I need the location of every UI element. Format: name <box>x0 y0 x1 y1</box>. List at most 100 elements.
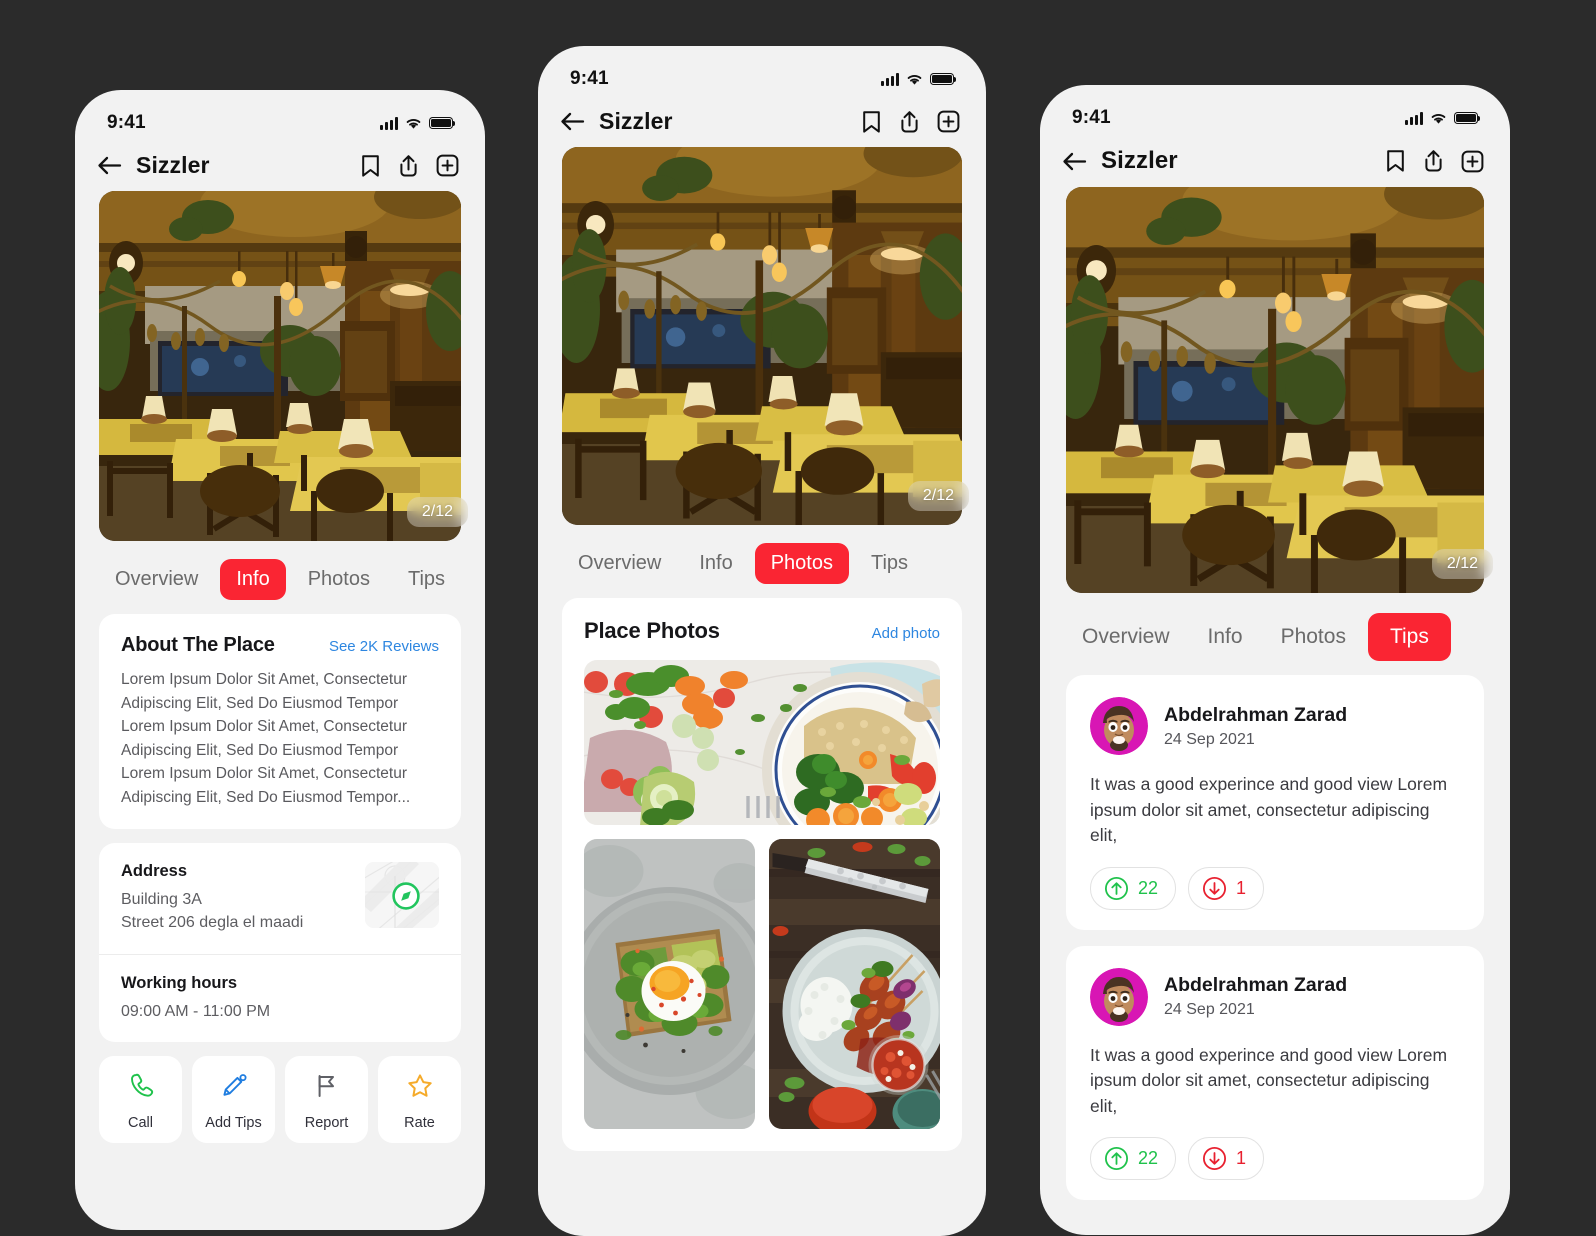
battery-icon <box>429 116 456 130</box>
upvote-count: 22 <box>1138 1148 1159 1169</box>
tab-tips[interactable]: Tips <box>1367 613 1451 661</box>
flag-icon <box>318 1075 334 1098</box>
tab-bar: Overview Info Photos Tips <box>75 541 485 614</box>
add-tips-label: Add Tips <box>205 1115 262 1132</box>
plus-square-icon[interactable] <box>436 154 459 177</box>
arrow-left-icon[interactable] <box>97 155 122 176</box>
navigation-bar: Sizzler <box>1040 133 1510 187</box>
arrow-down-circle-icon <box>1203 876 1227 900</box>
hero-photo-carousel[interactable]: 2/12 <box>1040 187 1510 593</box>
restaurant-interior-photo[interactable] <box>1066 187 1484 593</box>
upvote-button[interactable]: 22 <box>1090 1137 1177 1181</box>
tab-overview[interactable]: Overview <box>99 559 214 600</box>
wifi-icon <box>907 74 922 85</box>
status-time: 9:41 <box>107 112 146 133</box>
page-title: Sizzler <box>599 108 673 134</box>
call-button[interactable]: Call <box>99 1056 182 1144</box>
phone-screen-photos: 9:41 Sizzler 2/12 Overview Info Photos T… <box>538 46 986 1236</box>
bookmark-icon[interactable] <box>1385 149 1406 173</box>
address-section: Address Building 3A Street 206 degla el … <box>99 843 461 953</box>
arrow-left-icon[interactable] <box>560 111 585 132</box>
share-icon[interactable] <box>398 154 419 178</box>
tab-photos[interactable]: Photos <box>754 543 849 584</box>
status-bar: 9:41 <box>75 90 485 138</box>
address-line-2: Street 206 degla el maadi <box>121 914 304 931</box>
quick-actions-row: Call Add Tips Report Rate <box>75 1056 485 1161</box>
signal-icon <box>1405 111 1423 125</box>
tab-photos[interactable]: Photos <box>1265 616 1362 658</box>
share-icon[interactable] <box>1423 149 1444 173</box>
about-card: About The Place See 2K Reviews Lorem Ips… <box>99 614 461 830</box>
see-reviews-link[interactable]: See 2K Reviews <box>329 638 439 655</box>
signal-icon <box>380 116 398 130</box>
rate-label: Rate <box>404 1115 435 1132</box>
add-tips-button[interactable]: Add Tips <box>192 1056 275 1144</box>
place-photos-title: Place Photos <box>584 618 720 643</box>
plus-square-icon[interactable] <box>1461 150 1484 173</box>
status-bar: 9:41 <box>538 46 986 94</box>
tip-date: 24 Sep 2021 <box>1164 730 1255 748</box>
map-thumbnail[interactable] <box>365 862 439 929</box>
photo-counter-badge: 2/12 <box>907 481 969 511</box>
tab-tips[interactable]: Tips <box>392 559 461 600</box>
tip-body-text: It was a good experince and good view Lo… <box>1090 774 1448 846</box>
photo-item-vegetable-bowl[interactable] <box>584 660 940 825</box>
downvote-count: 1 <box>1236 877 1247 898</box>
photo-item-avocado-toast[interactable] <box>584 839 755 1129</box>
arrow-left-icon[interactable] <box>1062 151 1087 172</box>
tip-author-name: Abdelrahman Zarad <box>1164 703 1348 726</box>
working-hours-value: 09:00 AM - 11:00 PM <box>121 1002 271 1020</box>
battery-icon <box>930 72 957 86</box>
tip-date: 24 Sep 2021 <box>1164 1001 1255 1019</box>
hero-photo-carousel[interactable]: 2/12 <box>538 147 986 525</box>
page-title: Sizzler <box>136 152 210 178</box>
report-button[interactable]: Report <box>285 1056 368 1144</box>
status-time: 9:41 <box>1072 107 1111 128</box>
tab-overview[interactable]: Overview <box>562 543 677 584</box>
upvote-count: 22 <box>1138 877 1159 898</box>
photo-item-skewers-rice[interactable] <box>769 839 940 1129</box>
bookmark-icon[interactable] <box>360 154 381 178</box>
tip-card: Abdelrahman Zarad 24 Sep 2021 It was a g… <box>1066 945 1484 1201</box>
restaurant-interior-photo[interactable] <box>562 147 962 525</box>
avatar <box>1090 968 1148 1026</box>
bookmark-icon[interactable] <box>861 110 882 134</box>
tab-info[interactable]: Info <box>220 559 286 600</box>
phone-screen-info: 9:41 Sizzler 2/12 Overview Info Photos T… <box>75 90 485 1230</box>
about-title: About The Place <box>121 634 275 656</box>
place-info-card: Address Building 3A Street 206 degla el … <box>99 843 461 1043</box>
downvote-button[interactable]: 1 <box>1188 1137 1265 1181</box>
avatar <box>1090 697 1148 755</box>
plus-square-icon[interactable] <box>937 110 960 133</box>
working-hours-section: Working hours 09:00 AM - 11:00 PM <box>99 953 461 1043</box>
battery-icon <box>1454 111 1481 125</box>
phone-icon <box>130 1074 153 1098</box>
tab-overview[interactable]: Overview <box>1066 616 1186 658</box>
tab-photos[interactable]: Photos <box>292 559 386 600</box>
upvote-button[interactable]: 22 <box>1090 866 1177 910</box>
call-label: Call <box>128 1115 153 1132</box>
phone-screen-tips: 9:41 Sizzler 2/12 Overview Info Photos T… <box>1040 85 1510 1235</box>
tip-card: Abdelrahman Zarad 24 Sep 2021 It was a g… <box>1066 675 1484 930</box>
status-bar: 9:41 <box>1040 85 1510 133</box>
signal-icon <box>881 72 899 86</box>
restaurant-interior-photo[interactable] <box>99 191 461 541</box>
tab-bar: Overview Info Photos Tips <box>1040 593 1510 675</box>
tip-author-name: Abdelrahman Zarad <box>1164 974 1348 997</box>
compass-icon <box>392 882 420 910</box>
arrow-up-circle-icon <box>1104 876 1129 900</box>
rate-button[interactable]: Rate <box>378 1056 461 1144</box>
share-icon[interactable] <box>899 110 920 134</box>
add-photo-link[interactable]: Add photo <box>872 625 940 642</box>
wifi-icon <box>1431 113 1446 124</box>
tab-tips[interactable]: Tips <box>855 543 924 584</box>
tab-info[interactable]: Info <box>1192 616 1259 658</box>
hero-photo-carousel[interactable]: 2/12 <box>75 191 485 541</box>
place-photos-card: Place Photos Add photo <box>562 598 962 1151</box>
downvote-button[interactable]: 1 <box>1188 866 1265 910</box>
downvote-count: 1 <box>1236 1148 1247 1169</box>
star-icon <box>407 1074 432 1098</box>
about-body-text: Lorem Ipsum Dolor Sit Amet, Consectetur … <box>121 671 411 806</box>
page-title: Sizzler <box>1101 147 1178 174</box>
tab-info[interactable]: Info <box>683 543 748 584</box>
